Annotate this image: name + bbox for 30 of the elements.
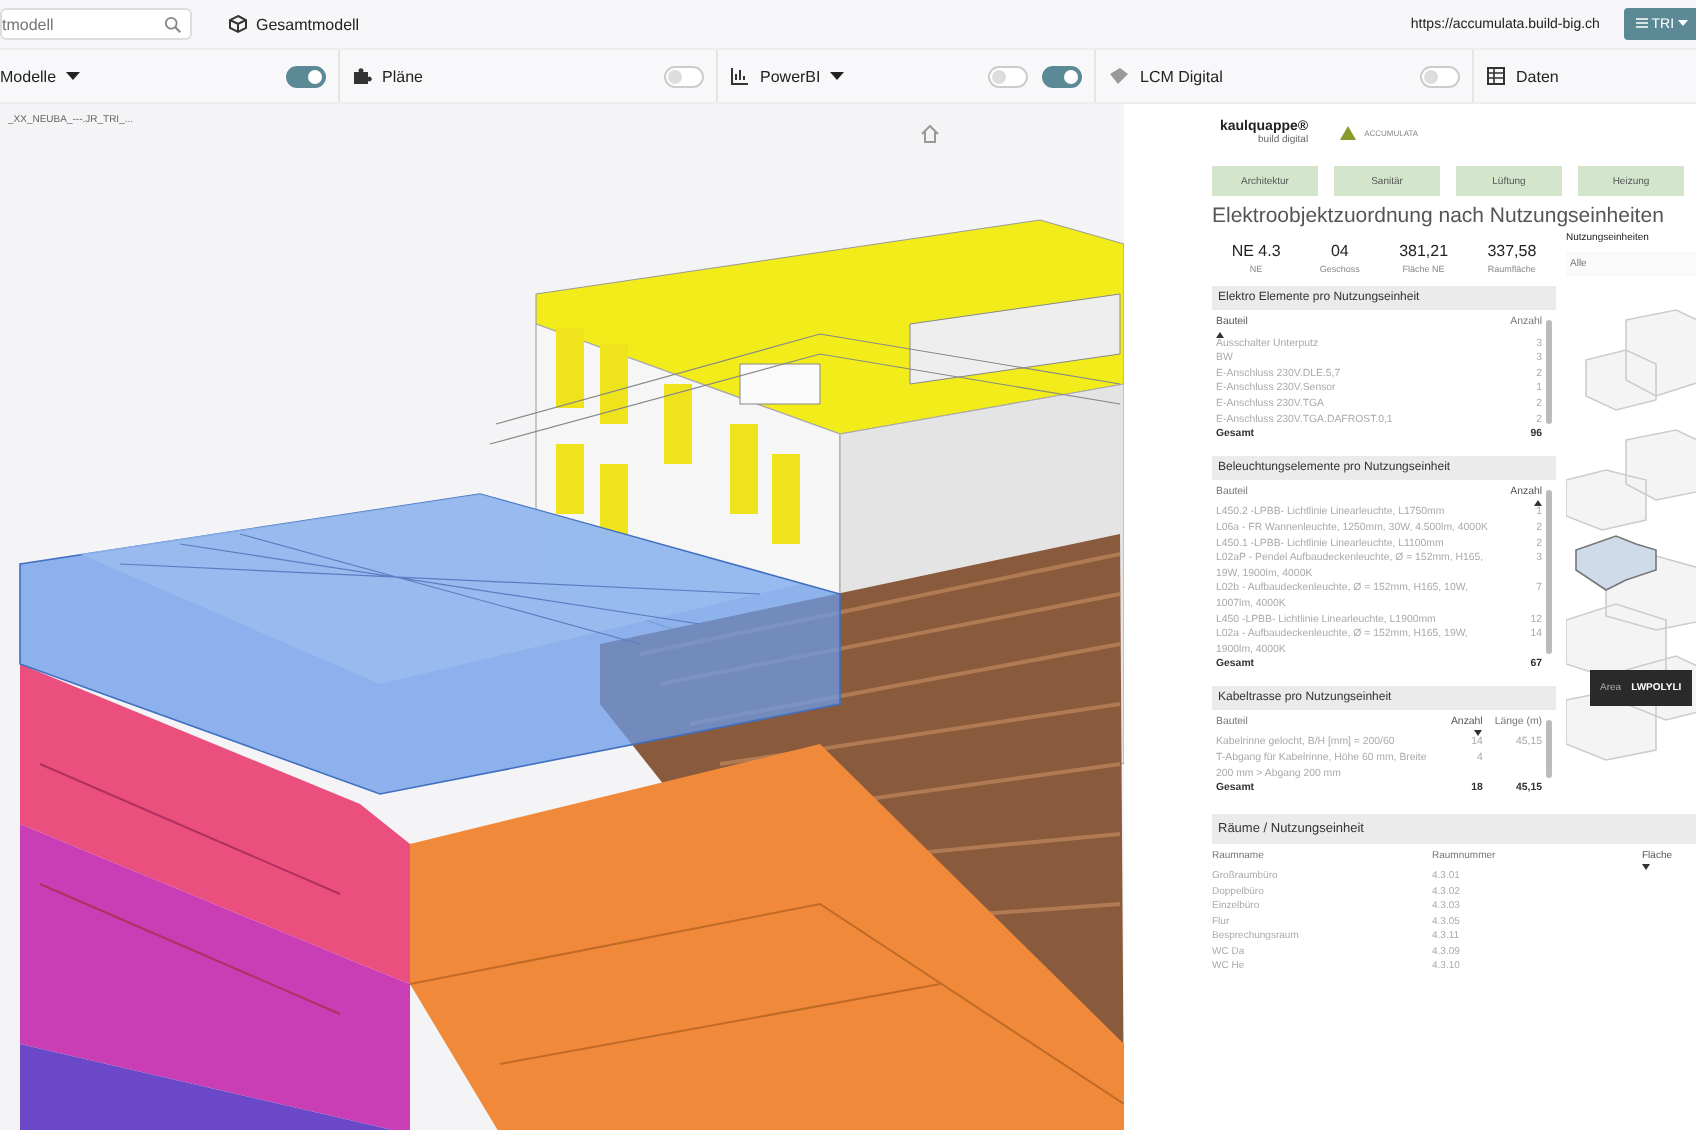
caret-icon — [1678, 19, 1688, 27]
toggle-switch[interactable] — [664, 65, 704, 87]
table-icon — [1486, 66, 1506, 86]
stat-value: NE 4.3 — [1231, 242, 1281, 260]
stat-value: 04 — [1330, 242, 1349, 260]
scrollbar[interactable] — [1546, 719, 1552, 778]
toggle-switch[interactable] — [286, 65, 326, 87]
caret-icon — [66, 71, 81, 81]
search-field[interactable]: tmodell — [0, 8, 192, 40]
toolbar-menu[interactable]: LCM Digital — [1140, 67, 1223, 85]
caret-icon — [830, 71, 845, 81]
menu-icon — [1635, 17, 1648, 27]
toolbar-menu[interactable]: Pläne — [382, 67, 423, 85]
toolbar-menu[interactable]: PowerBI — [760, 67, 821, 85]
report-title: Elektroobjektzuordnung nach Nutzungseinheiten — [1212, 204, 1666, 228]
home-icon[interactable] — [920, 124, 940, 144]
triangle-logo-icon — [1340, 125, 1357, 139]
toggle-switch[interactable] — [1420, 65, 1460, 87]
stat-value: 381,21 — [1399, 242, 1449, 260]
bar-chart-icon — [730, 66, 750, 86]
toggle-switch[interactable] — [1042, 65, 1082, 87]
toolbar-menu[interactable]: Modelle — [0, 67, 57, 85]
toggle-switch[interactable] — [988, 65, 1028, 87]
stat-value: 337,58 — [1487, 242, 1537, 260]
scrollbar[interactable] — [1546, 489, 1552, 654]
toolbar-menu[interactable]: Daten — [1516, 67, 1559, 85]
scrollbar[interactable] — [1546, 320, 1552, 424]
model-name: Gesamtmodell — [256, 15, 360, 33]
search-icon — [164, 16, 182, 34]
puzzle-icon — [352, 66, 372, 86]
